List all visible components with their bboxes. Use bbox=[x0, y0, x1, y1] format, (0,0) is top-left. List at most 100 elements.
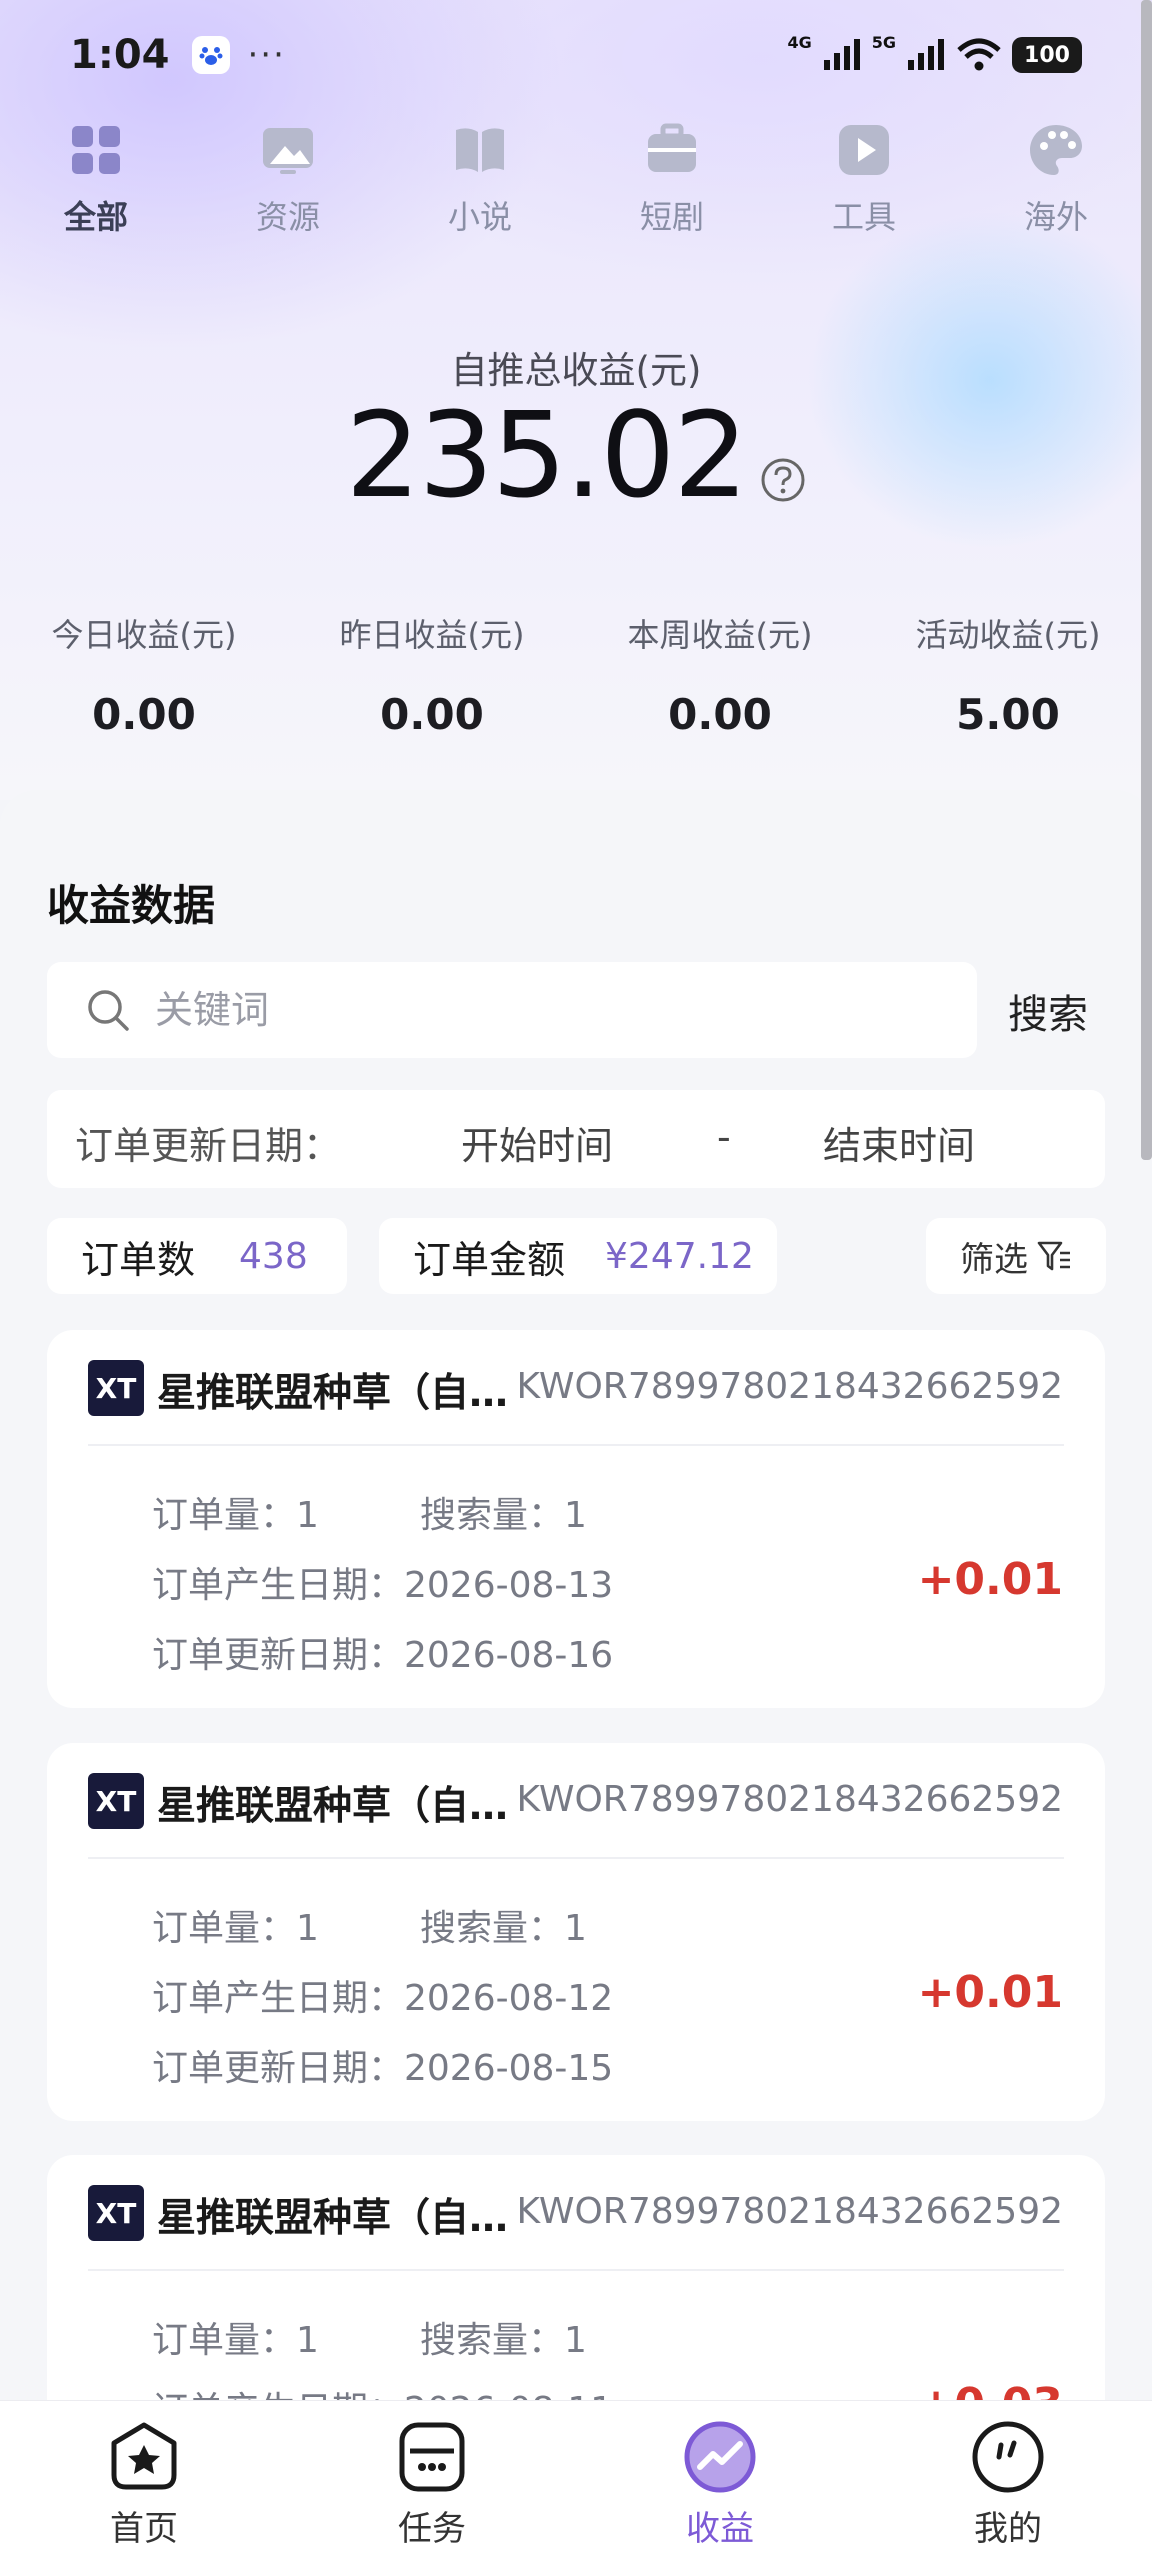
stat-value: 5.00 bbox=[956, 690, 1060, 739]
stat-label: 昨日收益(元) bbox=[339, 616, 525, 654]
play-icon bbox=[839, 125, 889, 175]
divider bbox=[88, 1444, 1064, 1446]
xt-logo: XT bbox=[88, 2185, 144, 2241]
filter-label: 筛选 bbox=[960, 1239, 1028, 1280]
category-resources[interactable]: 资源 bbox=[208, 120, 368, 238]
help-icon[interactable] bbox=[760, 457, 806, 503]
baidu-app-icon bbox=[191, 36, 230, 74]
order-searches: 搜索量：1 bbox=[420, 2320, 587, 2361]
category-nav: 全部 资源 小说 短剧 工具 海外 bbox=[0, 120, 1152, 260]
stat-label: 本周收益(元) bbox=[627, 616, 813, 654]
palette-icon bbox=[1030, 125, 1082, 175]
order-searches: 搜索量：1 bbox=[420, 1495, 587, 1536]
earnings-icon bbox=[684, 2421, 756, 2493]
divider bbox=[88, 1857, 1064, 1859]
order-searches: 搜索量：1 bbox=[420, 1908, 587, 1949]
category-label: 海外 bbox=[1023, 198, 1088, 236]
home-star-icon bbox=[111, 2422, 177, 2490]
order-amount: +0.01 bbox=[917, 1554, 1063, 1605]
briefcase-icon bbox=[648, 123, 696, 172]
wifi-icon bbox=[957, 38, 1001, 71]
order-quantity: 订单量：1 bbox=[152, 1908, 319, 1949]
tab-earnings[interactable]: 收益 bbox=[640, 2417, 800, 2550]
search-box bbox=[47, 962, 977, 1058]
order-created-date: 订单产生日期：2026-08-13 bbox=[152, 1565, 614, 1606]
scrollbar[interactable] bbox=[1141, 0, 1152, 1160]
order-created-date: 订单产生日期：2026-08-12 bbox=[152, 1978, 614, 2019]
order-amount-chip: 订单金额 ¥247.12 bbox=[379, 1218, 777, 1294]
filter-icon bbox=[1037, 1241, 1070, 1271]
stat-label: 活动收益(元) bbox=[915, 616, 1101, 654]
stat-yesterday: 昨日收益(元) 0.00 bbox=[302, 610, 562, 739]
order-amount: +0.01 bbox=[917, 1967, 1063, 2018]
order-code: KWOR7899780218432662592 bbox=[516, 2191, 1063, 2232]
category-novels[interactable]: 小说 bbox=[400, 120, 560, 238]
stat-this-week: 本周收益(元) 0.00 bbox=[590, 610, 850, 739]
battery-indicator: 100 bbox=[1012, 37, 1082, 73]
search-button[interactable]: 搜索 bbox=[1008, 982, 1088, 1040]
network-5g-label: 5G bbox=[871, 33, 896, 52]
order-name: 星推联盟种草（自… bbox=[157, 2196, 509, 2241]
grid-icon bbox=[72, 126, 120, 174]
search-input[interactable] bbox=[155, 988, 915, 1032]
order-count-chip: 订单数 438 bbox=[47, 1218, 347, 1294]
category-tools[interactable]: 工具 bbox=[784, 120, 944, 238]
divider bbox=[88, 2269, 1064, 2271]
xt-logo: XT bbox=[88, 1773, 144, 1829]
category-all[interactable]: 全部 bbox=[16, 120, 176, 238]
tab-label: 收益 bbox=[686, 2509, 754, 2549]
more-notifications-icon: ··· bbox=[247, 35, 286, 75]
category-label: 小说 bbox=[447, 198, 512, 236]
date-range-filter: 订单更新日期： 开始时间 - 结束时间 bbox=[47, 1090, 1105, 1188]
tab-profile[interactable]: 我的 bbox=[928, 2417, 1088, 2550]
order-card[interactable]: XT 星推联盟种草（自… KWOR7899780218432662592 订单量… bbox=[47, 1743, 1105, 2121]
signal-icon bbox=[908, 39, 944, 70]
date-separator: - bbox=[717, 1115, 731, 1159]
order-code: KWOR7899780218432662592 bbox=[516, 1366, 1063, 1407]
order-quantity: 订单量：1 bbox=[152, 1495, 319, 1536]
stat-value: 0.00 bbox=[668, 690, 772, 739]
start-time-picker[interactable]: 开始时间 bbox=[461, 1115, 613, 1170]
book-icon bbox=[456, 128, 504, 172]
stat-value: 0.00 bbox=[380, 690, 484, 739]
category-overseas[interactable]: 海外 bbox=[976, 120, 1136, 238]
total-earnings-value: 235.02 bbox=[345, 386, 749, 524]
end-time-picker[interactable]: 结束时间 bbox=[823, 1115, 975, 1170]
status-bar: 1:04 ··· 4G 5G 100 bbox=[0, 0, 1152, 110]
stat-value: 0.00 bbox=[92, 690, 196, 739]
bottom-tab-bar: 首页 任务 收益 我的 bbox=[0, 2400, 1152, 2560]
image-icon bbox=[263, 128, 313, 174]
network-4g-label: 4G bbox=[787, 33, 812, 52]
stat-activity: 活动收益(元) 5.00 bbox=[878, 610, 1138, 739]
category-short-drama[interactable]: 短剧 bbox=[592, 120, 752, 238]
tab-label: 我的 bbox=[974, 2509, 1042, 2549]
category-label: 资源 bbox=[255, 198, 320, 236]
xt-logo: XT bbox=[88, 1360, 144, 1416]
order-code: KWOR7899780218432662592 bbox=[516, 1779, 1063, 1820]
category-label: 工具 bbox=[831, 198, 896, 236]
task-icon bbox=[399, 2422, 465, 2492]
tab-label: 首页 bbox=[110, 2509, 178, 2549]
tab-label: 任务 bbox=[398, 2509, 466, 2549]
status-time: 1:04 bbox=[70, 32, 170, 78]
order-quantity: 订单量：1 bbox=[152, 2320, 319, 2361]
order-name: 星推联盟种草（自… bbox=[157, 1371, 509, 1416]
stat-label: 今日收益(元) bbox=[51, 616, 237, 654]
order-card[interactable]: XT 星推联盟种草（自… KWOR7899780218432662592 订单量… bbox=[47, 1330, 1105, 1708]
category-label: 短剧 bbox=[639, 198, 704, 236]
tab-home[interactable]: 首页 bbox=[64, 2417, 224, 2550]
order-amount-label: 订单金额 bbox=[413, 1237, 566, 1282]
order-updated-date: 订单更新日期：2026-08-16 bbox=[152, 1635, 614, 1676]
date-filter-label: 订单更新日期： bbox=[75, 1124, 342, 1168]
total-earnings: 235.02 bbox=[0, 385, 1152, 525]
signal-icon bbox=[823, 39, 860, 70]
order-amount-value: ¥247.12 bbox=[605, 1235, 754, 1277]
category-label: 全部 bbox=[63, 198, 128, 236]
order-count-value: 438 bbox=[239, 1235, 308, 1277]
tab-tasks[interactable]: 任务 bbox=[352, 2417, 512, 2550]
filter-button[interactable]: 筛选 bbox=[926, 1218, 1106, 1294]
search-icon bbox=[88, 990, 129, 1031]
profile-icon bbox=[972, 2421, 1044, 2493]
section-title: 收益数据 bbox=[47, 881, 216, 930]
order-updated-date: 订单更新日期：2026-08-15 bbox=[152, 2048, 614, 2089]
